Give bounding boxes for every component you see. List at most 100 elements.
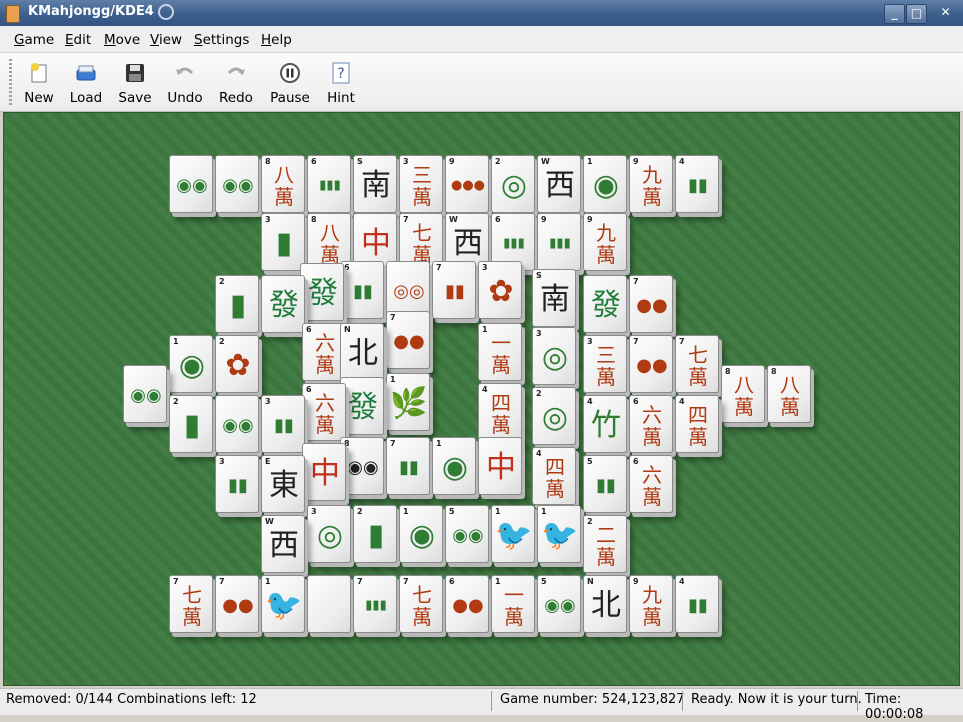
mahjong-tile[interactable]: 3三 萬: [583, 335, 627, 393]
mahjong-tile[interactable]: N北: [340, 323, 384, 381]
mahjong-tile[interactable]: W西: [261, 515, 305, 573]
mahjong-tile[interactable]: ◉◉: [169, 155, 213, 213]
mahjong-tile[interactable]: 2 ▮: [215, 275, 259, 333]
load-button[interactable]: Load: [66, 59, 106, 107]
mahjong-tile[interactable]: 7 ●●: [629, 275, 673, 333]
tile-face: 八 萬: [320, 221, 340, 267]
mahjong-tile[interactable]: 4 ▮▮: [675, 155, 719, 213]
mahjong-tile[interactable]: 7七 萬: [399, 575, 443, 633]
mahjong-tile[interactable]: E東: [261, 455, 305, 513]
mahjong-tile[interactable]: W西: [537, 155, 581, 213]
mahjong-tile[interactable]: 4 ▮▮: [675, 575, 719, 633]
minimize-button[interactable]: _: [884, 4, 905, 24]
game-board[interactable]: ◉◉ ◉◉ 8 八 萬 6 ▮▮▮ S 南 3 三 萬 9 ●●● 2 ◎ W 西 1 ◉ 9 九 萬 4 ▮▮ 3 ▮ 8 八 …: [3, 112, 960, 686]
mahjong-tile[interactable]: 4四 萬: [675, 395, 719, 453]
mahjong-tile[interactable]: 8八 萬: [261, 155, 305, 213]
tile-face: 🌿: [390, 386, 428, 421]
new-button[interactable]: New: [20, 59, 58, 107]
toolbar-grip[interactable]: [9, 59, 12, 105]
mahjong-tile[interactable]: 1 ◉: [583, 155, 627, 213]
mahjong-tile[interactable]: 中: [302, 443, 346, 501]
mahjong-tile[interactable]: 1 🐦: [537, 505, 581, 563]
mahjong-tile[interactable]: 發: [340, 377, 384, 435]
mahjong-tile[interactable]: 3 ▮▮: [261, 395, 305, 453]
mahjong-tile[interactable]: 7 ●●: [386, 311, 430, 369]
mahjong-tile[interactable]: 6六 萬: [629, 395, 673, 453]
hint-button[interactable]: ? Hint: [323, 59, 359, 107]
menu-move[interactable]: Move: [104, 32, 140, 48]
mahjong-tile[interactable]: 6 ●●: [445, 575, 489, 633]
mahjong-tile[interactable]: 1 🐦: [261, 575, 305, 633]
mahjong-tile[interactable]: 2二 萬: [583, 515, 627, 573]
mahjong-tile[interactable]: 7七 萬: [675, 335, 719, 393]
mahjong-tile[interactable]: 1 🌿: [386, 373, 430, 431]
mahjong-tile[interactable]: 9九 萬: [629, 155, 673, 213]
mahjong-tile[interactable]: 7 ▮▮: [386, 437, 430, 495]
mahjong-tile[interactable]: 8八 萬: [767, 365, 811, 423]
mahjong-tile[interactable]: 1 🐦: [491, 505, 535, 563]
mahjong-tile[interactable]: 2 ▮: [169, 395, 213, 453]
undo-button[interactable]: Undo: [165, 59, 205, 107]
mahjong-tile[interactable]: 9 ●●●: [445, 155, 489, 213]
mahjong-tile[interactable]: 6 ▮▮▮: [307, 155, 351, 213]
mahjong-tile[interactable]: ◉◉: [215, 155, 259, 213]
mahjong-tile[interactable]: 9九 萬: [629, 575, 673, 633]
mahjong-tile[interactable]: 6 ▮▮: [340, 261, 384, 319]
menu-settings[interactable]: Settings: [194, 32, 249, 48]
mahjong-tile[interactable]: S南: [353, 155, 397, 213]
mahjong-tile[interactable]: 7 ▮▮: [432, 261, 476, 319]
mahjong-tile[interactable]: 中: [478, 437, 522, 495]
mahjong-tile[interactable]: 7 ●●: [629, 335, 673, 393]
mahjong-tile[interactable]: 3 ▮: [261, 213, 305, 271]
mahjong-tile[interactable]: 發: [261, 275, 305, 333]
mahjong-tile[interactable]: 8八 萬: [721, 365, 765, 423]
mahjong-tile[interactable]: 6六 萬: [629, 455, 673, 513]
mahjong-tile[interactable]: 7 ●●: [215, 575, 259, 633]
mahjong-tile[interactable]: 8 ◉◉: [340, 437, 384, 495]
menu-help[interactable]: Help: [261, 32, 292, 48]
sticky-icon[interactable]: [158, 4, 174, 20]
mahjong-tile[interactable]: 1一 萬: [491, 575, 535, 633]
mahjong-tile[interactable]: 4四 萬: [478, 383, 522, 441]
mahjong-tile[interactable]: 4四 萬: [532, 447, 576, 505]
mahjong-tile[interactable]: 2 ✿: [215, 335, 259, 393]
mahjong-tile[interactable]: 發: [583, 275, 627, 333]
mahjong-tile[interactable]: N北: [583, 575, 627, 633]
close-button[interactable]: ✕: [936, 4, 955, 22]
mahjong-tile[interactable]: ◉◉: [215, 395, 259, 453]
mahjong-tile[interactable]: 3三 萬: [399, 155, 443, 213]
mahjong-tile[interactable]: 4竹: [583, 395, 627, 453]
mahjong-tile[interactable]: 6六 萬: [302, 383, 346, 441]
mahjong-tile[interactable]: 7七 萬: [169, 575, 213, 633]
mahjong-tile[interactable]: ◉◉: [123, 365, 167, 423]
mahjong-tile[interactable]: 7 ▮▮▮: [353, 575, 397, 633]
mahjong-tile[interactable]: 1 ◉: [399, 505, 443, 563]
mahjong-tile[interactable]: 3 ◎: [532, 327, 576, 385]
tile-face: ▮▮▮: [319, 178, 341, 193]
pause-button[interactable]: Pause: [268, 59, 312, 107]
mahjong-tile[interactable]: 3 ✿: [478, 261, 522, 319]
mahjong-tile[interactable]: 5 ◉◉: [445, 505, 489, 563]
mahjong-tile[interactable]: S南: [532, 269, 576, 327]
maximize-button[interactable]: □: [906, 4, 927, 24]
mahjong-tile[interactable]: 1一 萬: [478, 323, 522, 381]
mahjong-tile[interactable]: 9九 萬: [583, 213, 627, 271]
mahjong-tile[interactable]: [307, 575, 351, 633]
menu-edit[interactable]: Edit: [65, 32, 91, 48]
menu-game[interactable]: Game: [14, 32, 54, 48]
mahjong-tile[interactable]: 5 ◉◉: [537, 575, 581, 633]
redo-button[interactable]: Redo: [216, 59, 256, 107]
mahjong-tile[interactable]: 5 ▮▮: [583, 455, 627, 513]
mahjong-tile[interactable]: 2 ◎: [532, 387, 576, 445]
mahjong-tile[interactable]: 3 ▮▮: [215, 455, 259, 513]
mahjong-tile[interactable]: 2 ◎: [491, 155, 535, 213]
mahjong-tile[interactable]: 2 ▮: [353, 505, 397, 563]
mahjong-tile[interactable]: 1 ◉: [169, 335, 213, 393]
mahjong-tile[interactable]: 發: [300, 263, 344, 321]
save-button[interactable]: Save: [115, 59, 155, 107]
mahjong-tile[interactable]: 9 ▮▮▮: [537, 213, 581, 271]
menu-view[interactable]: View: [150, 32, 182, 48]
mahjong-tile[interactable]: 3 ◎: [307, 505, 351, 563]
mahjong-tile[interactable]: 1 ◉: [432, 437, 476, 495]
app-icon[interactable]: [6, 5, 20, 23]
